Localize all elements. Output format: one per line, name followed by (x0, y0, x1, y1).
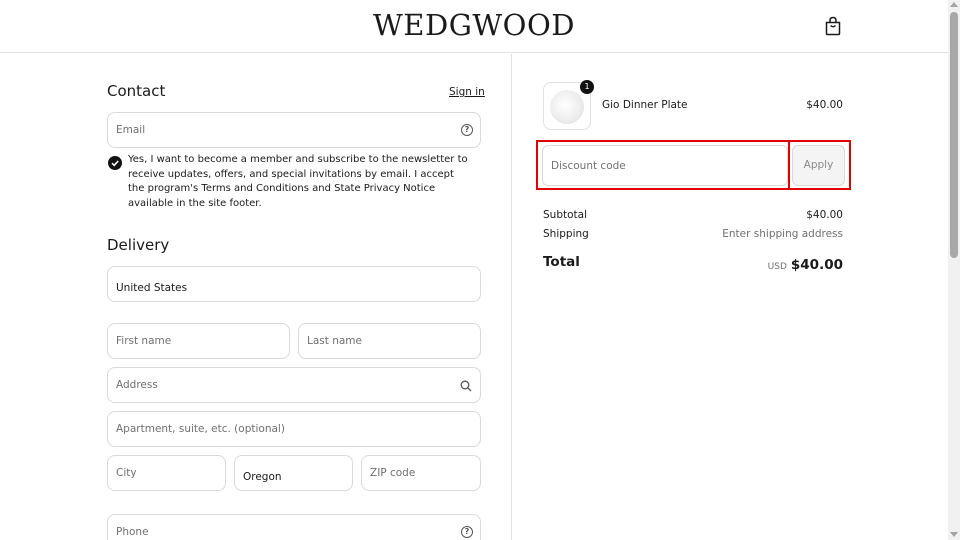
product-price: $40.00 (806, 99, 843, 111)
country-select[interactable]: United States (107, 266, 481, 302)
state-value: Oregon (243, 471, 282, 484)
scroll-up-arrow-icon[interactable] (950, 2, 958, 7)
total-value-group: USD $40.00 (672, 254, 843, 273)
order-summary: 1 Gio Dinner Plate $40.00 Discount code … (511, 54, 948, 540)
delivery-title: Delivery (107, 236, 170, 254)
newsletter-consent-text: Yes, I want to become a member and subsc… (128, 154, 468, 209)
shopping-bag-icon[interactable] (824, 16, 842, 36)
apply-button[interactable]: Apply (792, 145, 845, 186)
quantity-badge: 1 (580, 80, 594, 94)
email-field[interactable]: Email ? (107, 112, 481, 148)
scroll-down-arrow-icon[interactable] (950, 532, 958, 537)
product-name: Gio Dinner Plate (602, 99, 688, 111)
country-value: United States (116, 282, 188, 295)
help-icon[interactable]: ? (461, 124, 473, 136)
discount-placeholder: Discount code (551, 159, 626, 172)
total-label: Total (543, 254, 580, 270)
checkout-form: Contact Sign in Email ? Yes, I want to b… (0, 54, 511, 540)
zip-code-field[interactable]: ZIP code (361, 455, 481, 491)
scrollbar-thumb[interactable] (950, 12, 958, 258)
email-placeholder: Email (116, 124, 146, 136)
checkmark-icon (111, 160, 119, 167)
sign-in-link[interactable]: Sign in (449, 86, 485, 98)
phone-field[interactable]: Phone ? (107, 514, 481, 540)
highlight-divider (788, 140, 790, 190)
subtotal-label: Subtotal (543, 209, 587, 221)
city-placeholder: City (116, 467, 137, 479)
address-placeholder: Address (116, 379, 158, 391)
brand-logo[interactable]: WEDGWOOD (0, 8, 948, 42)
help-icon[interactable]: ? (461, 526, 473, 538)
contact-title: Contact (107, 82, 166, 100)
total-amount: $40.00 (790, 257, 843, 273)
phone-placeholder: Phone (116, 526, 149, 538)
newsletter-checkbox[interactable] (108, 156, 122, 170)
subtotal-value: $40.00 (806, 209, 843, 221)
last-name-field[interactable]: Last name (298, 323, 481, 359)
first-name-placeholder: First name (116, 335, 172, 347)
dinner-plate-image (550, 90, 584, 124)
zip-code-placeholder: ZIP code (370, 467, 416, 479)
apartment-placeholder: Apartment, suite, etc. (optional) (116, 423, 285, 435)
state-select[interactable]: Oregon (234, 455, 353, 491)
site-header: WEDGWOOD (0, 0, 948, 53)
city-field[interactable]: City (107, 455, 226, 491)
first-name-field[interactable]: First name (107, 323, 290, 359)
page-scrollbar[interactable] (948, 0, 960, 540)
search-icon[interactable] (460, 380, 472, 392)
total-currency: USD (767, 262, 787, 272)
last-name-placeholder: Last name (307, 335, 362, 347)
address-field[interactable]: Address (107, 367, 481, 403)
apartment-field[interactable]: Apartment, suite, etc. (optional) (107, 411, 481, 447)
shipping-value: Enter shipping address (722, 228, 843, 240)
shipping-label: Shipping (543, 228, 589, 240)
discount-code-input[interactable]: Discount code (542, 145, 788, 186)
